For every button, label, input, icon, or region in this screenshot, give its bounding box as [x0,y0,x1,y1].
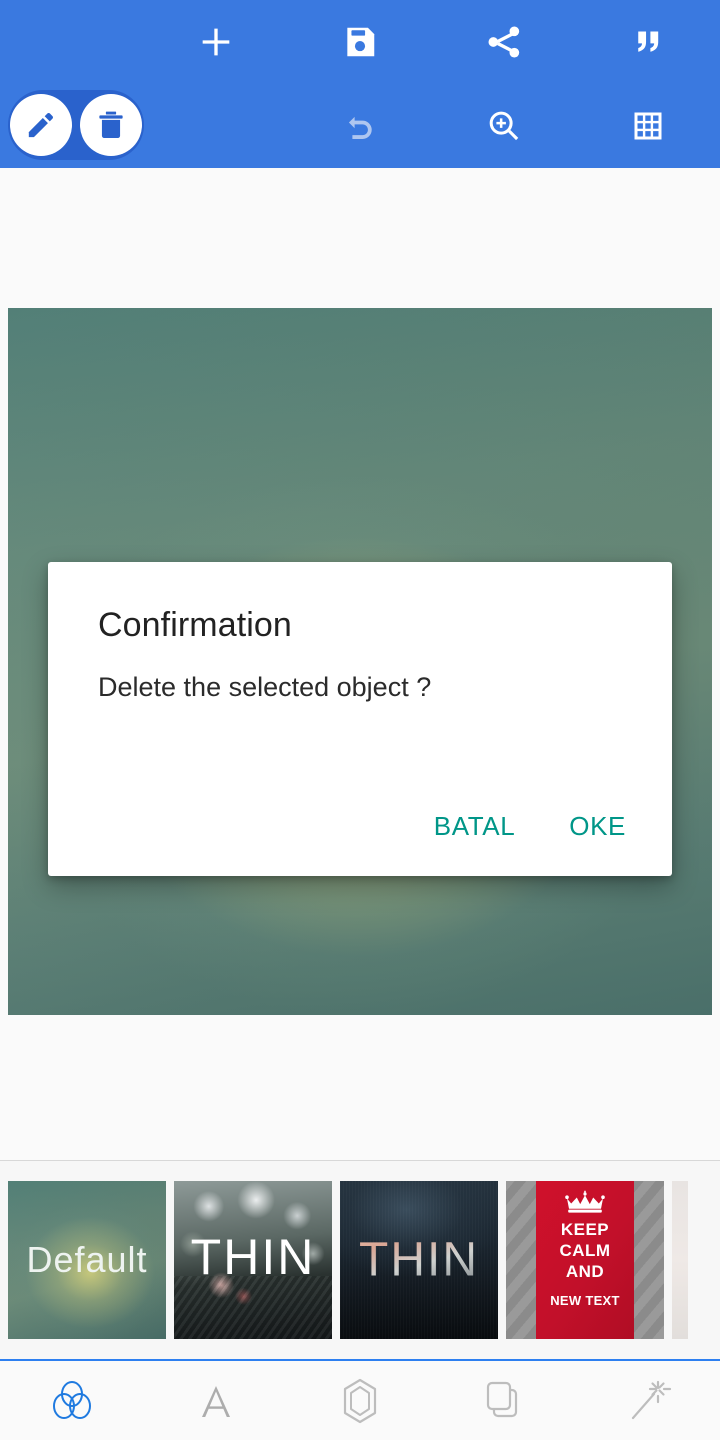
layers-copy-icon [479,1376,529,1426]
toolbar-slot-selected-tools [0,0,144,84]
bottom-nav-item-shape[interactable] [288,1361,432,1440]
dialog-message: Delete the selected object ? [98,672,432,702]
dialog-actions: BATAL OKE [422,803,638,850]
template-thumbnail-default[interactable]: Default [8,1181,166,1339]
template-label: Default [26,1239,148,1280]
template-thumbnail-keep-calm[interactable]: KEEP CALM AND NEW TEXT [506,1181,664,1339]
template-thumbnail-partial[interactable] [672,1181,688,1339]
save-button[interactable] [288,0,432,84]
zoom-in-button[interactable] [432,84,576,168]
top-toolbar [0,0,720,168]
plus-icon [196,22,236,62]
confirmation-dialog: Confirmation Delete the selected object … [48,562,672,876]
edit-object-button[interactable] [10,94,72,156]
quote-button[interactable] [576,0,720,84]
dialog-title: Confirmation [98,606,292,644]
bottom-navigation [0,1361,720,1440]
undo-button[interactable] [288,84,432,168]
grid-button[interactable] [576,84,720,168]
delete-object-button[interactable] [80,94,142,156]
keep-calm-subline: NEW TEXT [550,1293,620,1308]
keep-calm-panel: KEEP CALM AND NEW TEXT [536,1181,634,1339]
bottom-nav-item-background[interactable] [0,1361,144,1440]
hexagon-icon [335,1376,385,1426]
floppy-disk-icon [341,23,379,61]
crown-icon [562,1189,608,1215]
template-label: THIN [190,1228,316,1285]
grid-icon [630,108,666,144]
toolbar-row-primary [0,0,720,84]
magnifier-plus-icon [485,107,523,145]
bottom-nav-item-text[interactable] [144,1361,288,1440]
bottom-nav-item-effects[interactable] [576,1361,720,1440]
confirm-button[interactable]: OKE [557,803,638,850]
keep-calm-line-2: CALM [559,1241,611,1260]
share-icon [484,22,524,62]
letter-a-icon [192,1377,240,1425]
app-root: Confirmation Delete the selected object … [0,0,720,1440]
three-circles-icon [46,1375,98,1427]
pencil-icon [24,108,58,142]
quote-icon [630,24,666,60]
bottom-nav-item-sticker[interactable] [432,1361,576,1440]
share-button[interactable] [432,0,576,84]
add-button[interactable] [144,0,288,84]
keep-calm-line-3: AND [565,1262,605,1281]
template-thumbnail-thin-bokeh[interactable]: THIN [174,1181,332,1339]
undo-arrow-icon [341,107,379,145]
keep-calm-line-1: KEEP [560,1220,610,1239]
cancel-button[interactable]: BATAL [422,803,528,850]
template-thumbnail-thin-metal[interactable]: THIN [340,1181,498,1339]
trash-icon [94,108,128,142]
selected-object-tools [8,90,144,160]
magic-wand-icon [623,1376,673,1426]
template-strip[interactable]: Default THIN THIN KEEP CALM AND NEW TEXT [0,1161,720,1359]
template-label: THIN [340,1233,498,1288]
